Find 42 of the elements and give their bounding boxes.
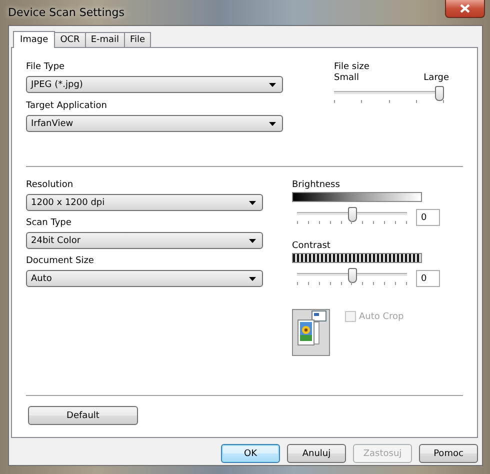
field-label: Document Size [26,256,95,267]
brightness-gradient-icon [292,192,422,202]
dialog-button[interactable]: OK [221,444,280,463]
slider-track[interactable] [297,268,407,283]
number-field[interactable]: 0 [416,209,440,226]
dropdown[interactable]: Auto [26,270,263,287]
caret-icon [249,276,256,280]
tab[interactable]: E-mail [84,32,126,47]
dropdown[interactable]: 24bit Color [26,232,263,249]
dropdown[interactable]: 1200 x 1200 dpi [26,194,263,211]
caret-icon [269,122,276,126]
slider-thumb[interactable] [435,86,444,101]
default-button[interactable]: Default [28,406,138,425]
close-icon [460,4,470,13]
caret-icon [249,200,256,204]
dialog-button[interactable]: Pomoc [419,444,478,463]
tab[interactable]: Image [13,31,56,48]
number-field[interactable]: 0 [416,270,440,287]
scale-label: Large [424,73,449,84]
slider-thumb[interactable] [348,207,356,222]
dropdown[interactable]: JPEG (*.jpg) [26,76,283,93]
slider-track[interactable] [297,207,407,222]
field-label: Target Application [26,101,108,112]
close-button[interactable] [445,0,485,18]
scan-preview-icon [292,309,330,359]
field-label: Resolution [26,180,74,191]
dialog-button[interactable]: Anuluj [287,444,346,463]
slider-thumb[interactable] [348,268,356,283]
dropdown[interactable]: IrfanView [26,115,283,132]
tab[interactable]: File [124,32,152,47]
field-label: Scan Type [26,218,72,229]
slider-track[interactable] [334,86,444,101]
scale-label: Small [334,73,359,84]
contrast-scale-icon [292,253,422,263]
window-title: Device Scan Settings [8,5,124,21]
field-label: Contrast [292,241,332,252]
field-label: File Type [26,62,66,73]
field-label: Brightness [292,180,341,191]
tab[interactable]: OCR [54,32,86,47]
field-label: File size [334,62,370,73]
caret-icon [269,82,276,86]
caret-icon [249,238,256,242]
